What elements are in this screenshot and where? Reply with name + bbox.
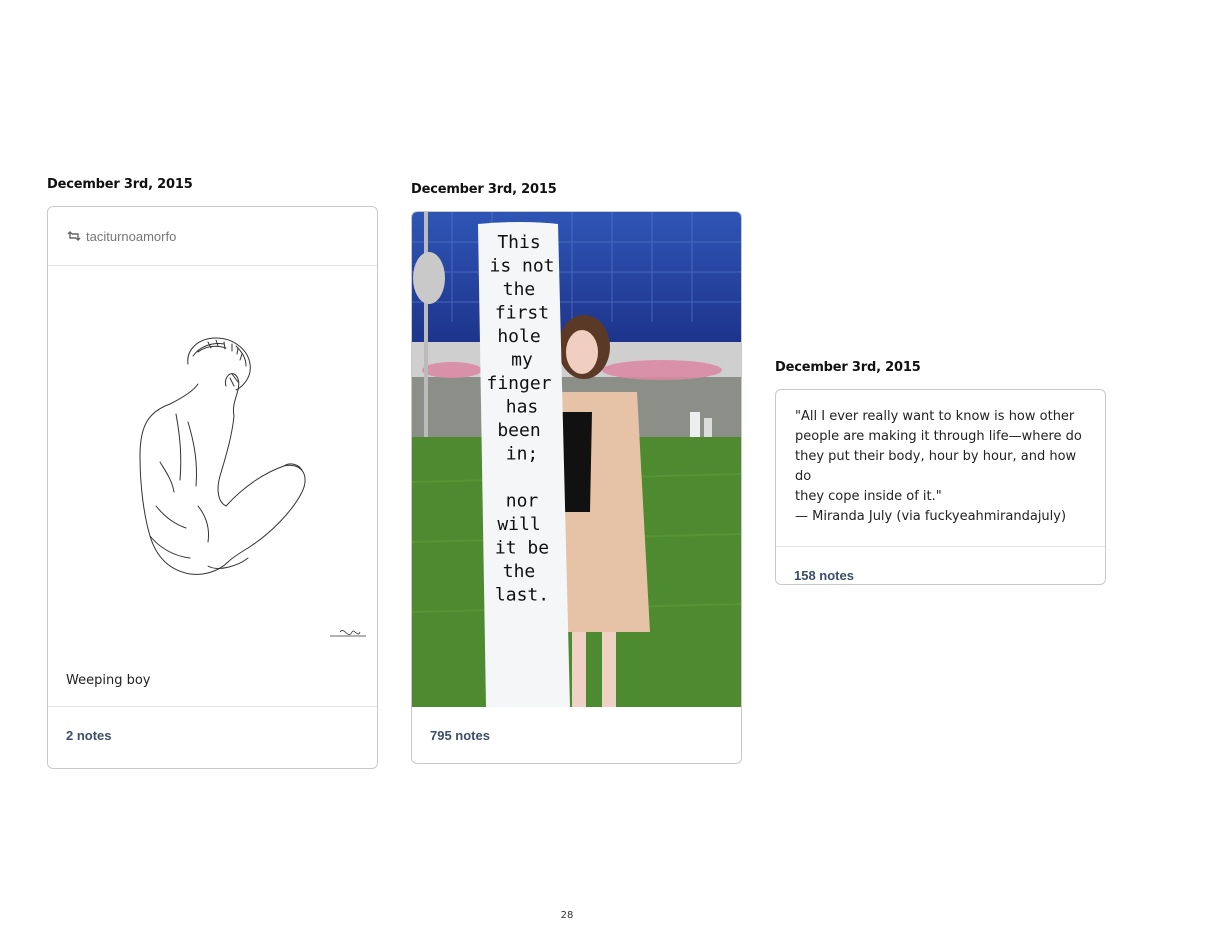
sign-text-line: will [497,514,540,535]
sign-text-line: been [497,420,540,441]
sign-text-line: nor [506,491,539,512]
sign-text-line: This [497,232,540,253]
quote-line: people are making it through life—where … [795,429,1082,444]
sign-text-line: the [503,561,536,582]
post-card-photo: This is not the first hole my finger has been in;… [411,211,742,764]
notes-count[interactable]: 2 notes [48,707,377,763]
quote-attribution: — Miranda July (via fuckyeahmirandajuly) [795,509,1067,524]
post-image-drawing[interactable] [48,266,377,655]
reblog-icon [67,231,81,241]
sign-text-line: in; [506,444,539,465]
sign-text-line: is not [489,256,554,277]
notes-count[interactable]: 795 notes [412,707,741,763]
quote-text: "All I ever really want to know is how o… [776,390,1105,546]
post-image-photo[interactable]: This is not the first hole my finger has been in;… [412,212,741,707]
sign-text-line: first [495,303,549,324]
post-caption: Weeping boy [66,673,151,688]
sign-text-line: hole [497,326,540,347]
post-card-drawing: taciturnoamorfo Weeping boy 2 notes [47,206,378,769]
sign-text-line: has [506,397,539,418]
notes-count[interactable]: 158 notes [776,547,1105,584]
quote-line: "All I ever really want to know is how o… [795,409,1075,424]
sign-text-line: it be [495,538,549,559]
sign-text-line: finger [486,373,551,394]
post-card-quote: "All I ever really want to know is how o… [775,389,1106,585]
reblog-username[interactable]: taciturnoamorfo [86,229,176,244]
weeping-boy-drawing [139,337,366,637]
sign-photo: Thisis notthefirstholemyfingerhasbeenin;… [412,212,741,707]
post-date: December 3rd, 2015 [411,182,557,197]
quote-line: they put their body, hour by hour, and h… [795,449,1077,484]
sign-text-line: last. [495,585,549,606]
quote-line: they cope inside of it." [795,489,942,504]
reblog-header[interactable]: taciturnoamorfo [48,207,377,266]
sign-text-line: my [511,350,533,371]
post-date: December 3rd, 2015 [47,177,193,192]
sign-text-line: the [503,279,536,300]
page-number: 28 [560,910,574,921]
post-date: December 3rd, 2015 [775,360,921,375]
